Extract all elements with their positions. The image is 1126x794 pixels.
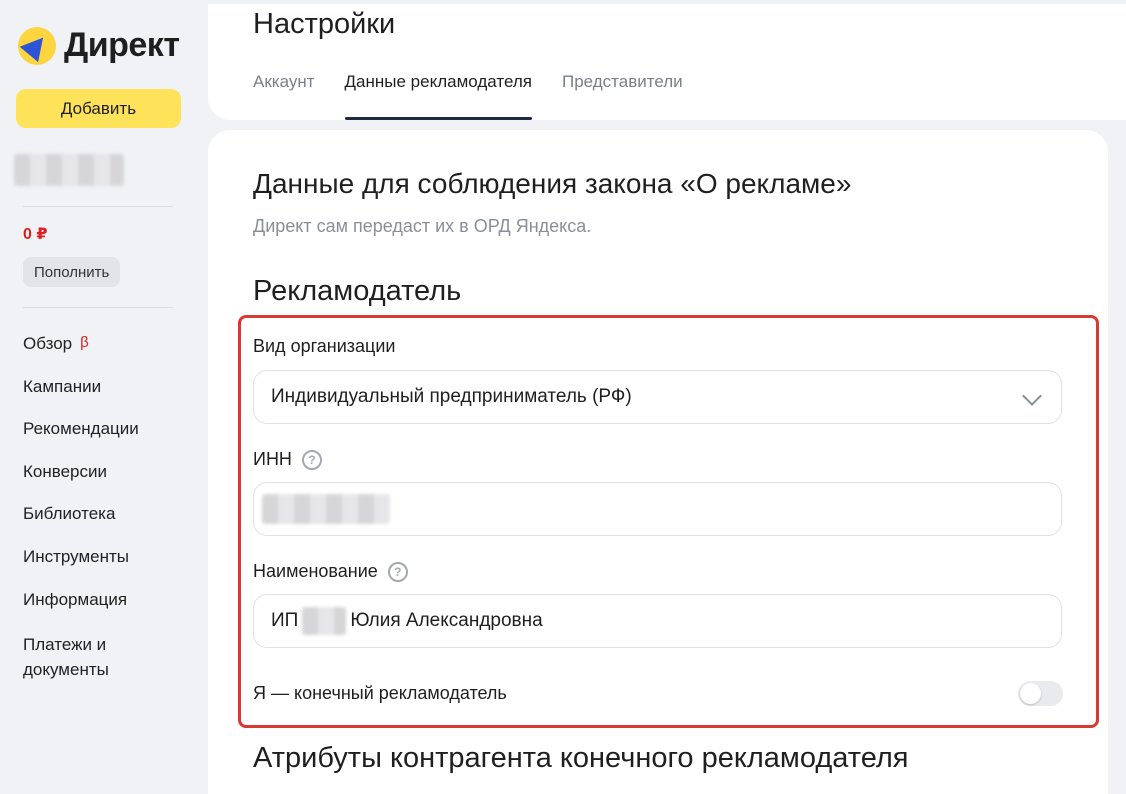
end-advertiser-row: Я — конечный рекламодатель xyxy=(253,681,1063,706)
advertiser-data-card: Данные для соблюдения закона «О рекламе»… xyxy=(208,130,1108,794)
question-circle-icon[interactable]: ? xyxy=(301,449,322,470)
surname-redacted xyxy=(302,607,347,635)
sidebar-nav: Обзор β Кампании Рекомендации Конверсии … xyxy=(23,332,193,690)
add-button[interactable]: Добавить xyxy=(16,89,181,128)
tab-representatives[interactable]: Представители xyxy=(562,72,683,120)
name-prefix: ИП xyxy=(271,610,299,631)
tab-advertiser-data[interactable]: Данные рекламодателя xyxy=(344,72,533,120)
beta-badge: β xyxy=(80,334,89,351)
topup-button[interactable]: Пополнить xyxy=(23,257,121,287)
name-input[interactable]: ИП Юлия Александровна xyxy=(253,594,1062,648)
end-advertiser-label: Я — конечный рекламодатель xyxy=(253,683,507,703)
sidebar-item-information[interactable]: Информация xyxy=(23,588,193,631)
balance-amount: 0 ₽ xyxy=(23,226,48,243)
logo-text: Директ xyxy=(64,26,180,64)
chevron-down-icon xyxy=(1022,386,1042,406)
direct-logo-icon xyxy=(18,26,56,65)
name-suffix: Юлия Александровна xyxy=(350,610,543,631)
page-title: Настройки xyxy=(253,8,396,40)
sidebar-item-conversions[interactable]: Конверсии xyxy=(23,460,193,503)
logo[interactable]: Директ xyxy=(18,26,180,65)
question-circle-icon[interactable]: ? xyxy=(387,561,408,582)
sidebar-item-overview[interactable]: Обзор β xyxy=(23,332,193,375)
attributes-section-title: Атрибуты контрагента конечного рекламода… xyxy=(253,742,909,774)
end-advertiser-toggle[interactable] xyxy=(1018,681,1063,706)
org-type-label: Вид организации xyxy=(253,336,396,356)
law-section-title: Данные для соблюдения закона «О рекламе» xyxy=(253,168,852,199)
sidebar: Директ Добавить 0 ₽ Пополнить Обзор β Ка… xyxy=(0,0,208,794)
account-name-redacted xyxy=(14,154,124,186)
org-type-value: Индивидуальный предприниматель (РФ) xyxy=(271,386,632,407)
advertiser-section-title: Рекламодатель xyxy=(253,275,462,307)
sidebar-item-recommendations[interactable]: Рекомендации xyxy=(23,417,193,460)
inn-label: ИНН ? xyxy=(253,449,322,470)
tab-account[interactable]: Аккаунт xyxy=(253,72,315,120)
inn-value-redacted xyxy=(262,494,390,524)
sidebar-divider xyxy=(23,307,173,308)
toggle-knob xyxy=(1020,683,1041,704)
sidebar-item-library[interactable]: Библиотека xyxy=(23,502,193,545)
inn-input[interactable] xyxy=(253,482,1062,536)
sidebar-divider xyxy=(23,206,173,207)
sidebar-item-tools[interactable]: Инструменты xyxy=(23,545,193,588)
sidebar-item-payments[interactable]: Платежи и документы xyxy=(23,630,193,690)
law-section-subtitle: Директ сам передаст их в ОРД Яндекса. xyxy=(253,216,592,236)
settings-header: Настройки Аккаунт Данные рекламодателя П… xyxy=(208,4,1126,120)
sidebar-item-campaigns[interactable]: Кампании xyxy=(23,375,193,418)
settings-tabs: Аккаунт Данные рекламодателя Представите… xyxy=(253,72,713,120)
name-label: Наименование ? xyxy=(253,561,408,582)
org-type-select[interactable]: Индивидуальный предприниматель (РФ) xyxy=(253,370,1062,424)
